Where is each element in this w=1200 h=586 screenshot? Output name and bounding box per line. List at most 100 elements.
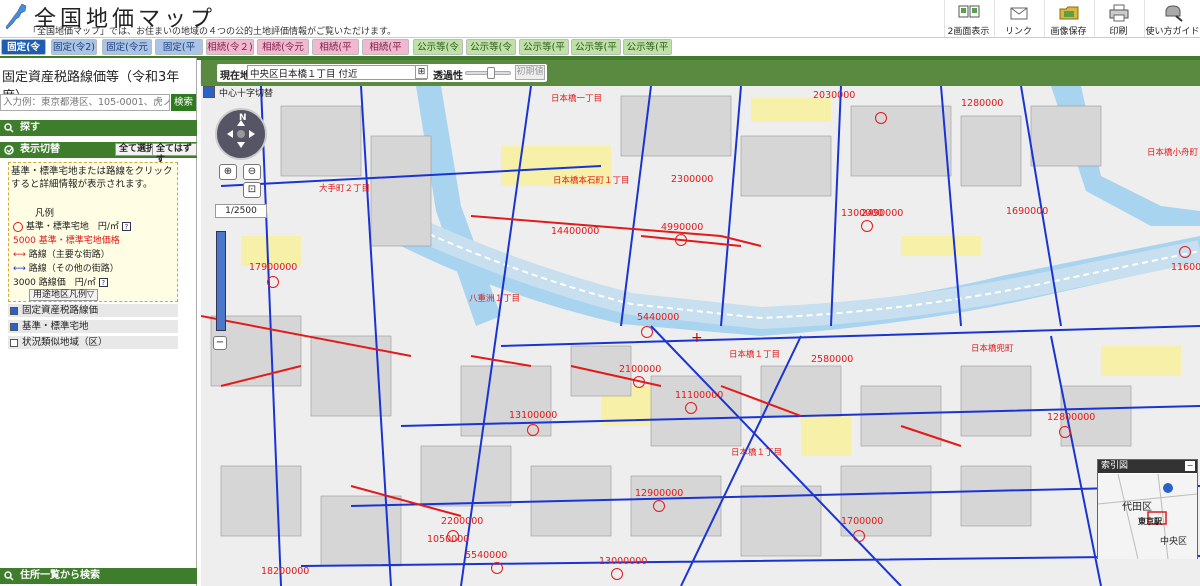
legend-item-standard-land: 基準・標準宅地 円/㎡ ? (13, 221, 131, 234)
price-label[interactable]: 18200000 (261, 566, 309, 577)
legend-label: 路線（主要な街路） (28, 250, 110, 260)
crosshair-toggle-checkbox[interactable] (203, 86, 215, 98)
place-label: 日本橋小舟町 (1147, 148, 1199, 158)
dual-screen-button[interactable]: 2画面表示 (944, 0, 992, 37)
price-label[interactable]: 2030000 (813, 90, 855, 101)
layer-similar-area[interactable]: 状況類似地域（区） (8, 336, 178, 350)
price-label[interactable]: 1160000 (1171, 262, 1200, 273)
tab-fixed-r3[interactable]: 固定(令3) (1, 39, 46, 69)
price-label[interactable]: 2300000 (671, 174, 713, 185)
standard-land-marker[interactable] (633, 376, 645, 388)
index-map[interactable]: 索引図 − 代田区 東京駅 中央区 (1097, 459, 1198, 559)
guide-icon (1165, 5, 1183, 22)
district-legend-button[interactable]: 用途地区凡例▽ (29, 289, 98, 301)
tab-inherit-r2[interactable]: 相続(令２) (206, 39, 254, 55)
standard-land-marker[interactable] (853, 530, 865, 542)
minimize-icon[interactable]: − (1185, 461, 1195, 471)
checkbox[interactable] (10, 339, 18, 347)
reset-opacity-button[interactable]: 初期値 (515, 65, 545, 80)
find-section-header[interactable]: 探す (0, 120, 197, 136)
standard-land-marker[interactable] (653, 500, 665, 512)
price-label[interactable]: 2580000 (811, 354, 853, 365)
price-label[interactable]: 5540000 (465, 550, 507, 561)
red-circle-icon (13, 221, 23, 232)
guide-button[interactable]: 使い方ガイド (1144, 0, 1200, 37)
tab-fixed-r2[interactable]: 固定(令2) (51, 39, 97, 55)
tab-public-h31[interactable]: 公示等(平31) (519, 39, 569, 69)
standard-land-marker[interactable] (675, 234, 687, 246)
deselect-all-button[interactable]: 全てはずす (152, 143, 197, 165)
price-label[interactable]: 2200000 (441, 516, 483, 527)
search-input[interactable] (0, 94, 170, 111)
standard-land-marker[interactable] (1179, 246, 1191, 258)
help-icon[interactable]: ? (121, 222, 131, 231)
price-label[interactable]: 17900000 (249, 262, 297, 273)
standard-land-marker[interactable] (267, 276, 279, 288)
price-label[interactable]: 14400000 (551, 226, 599, 237)
crosshair-button[interactable]: ⊞ (415, 65, 428, 79)
index-map-title: 索引図 (1098, 460, 1197, 473)
zoom-box-button[interactable]: ⊡ (243, 182, 261, 198)
tab-public-h29[interactable]: 公示等(平29) (623, 39, 672, 69)
display-toggle-header[interactable]: 表示切替 全て選択 全てはずす (0, 142, 197, 165)
standard-land-marker[interactable] (641, 326, 653, 338)
price-label[interactable]: 12900000 (635, 488, 683, 499)
location-field[interactable]: 中央区日本橋１丁目 付近 (247, 65, 427, 80)
pan-control[interactable]: N (215, 108, 267, 160)
price-label[interactable]: 4990000 (661, 222, 703, 233)
standard-land-marker[interactable] (875, 112, 887, 124)
year-tabs: 固定(令3) 固定(令2) 固定(令元年) 固定(平30) 相続(令２) 相続(… (0, 38, 1200, 69)
address-list-header[interactable]: 住所一覧から検索 (0, 568, 197, 584)
tab-fixed-r1[interactable]: 固定(令元年) (102, 39, 152, 69)
place-label: 日本橋兜町 (971, 344, 1014, 354)
layer-standard-land[interactable]: 基準・標準宅地 (8, 320, 178, 334)
zoom-minus-button[interactable]: − (213, 336, 227, 350)
tab-public-r2[interactable]: 公示等(令2) (466, 39, 516, 69)
tab-public-h30[interactable]: 公示等(平30) (571, 39, 621, 69)
checkbox[interactable] (10, 323, 18, 331)
price-label[interactable]: 1690000 (1006, 206, 1048, 217)
search-button[interactable]: 検索 (171, 94, 196, 111)
tab-fixed-h30[interactable]: 固定(平30) (155, 39, 203, 69)
print-button[interactable]: 印刷 (1094, 0, 1142, 37)
zoom-slider[interactable] (216, 231, 226, 331)
opacity-slider[interactable] (465, 67, 511, 79)
standard-land-marker[interactable] (527, 424, 539, 436)
standard-land-marker[interactable] (861, 220, 873, 232)
checkbox-fill (204, 87, 214, 97)
standard-land-marker[interactable] (491, 562, 503, 574)
save-image-button[interactable]: 画像保存 (1044, 0, 1092, 37)
tab-inherit-h30[interactable]: 相続(平30) (312, 39, 359, 69)
pan-arrows-icon (227, 120, 255, 148)
tab-public-r3[interactable]: 公示等(令3) (413, 39, 463, 69)
standard-land-marker[interactable] (611, 568, 623, 580)
help-icon[interactable]: ? (98, 278, 108, 287)
price-label[interactable]: 12800000 (1047, 412, 1095, 423)
find-section-label: 探す (20, 122, 40, 133)
map-canvas[interactable]: N ⊕ ⊖ ⊡ 1/2500 − 中心十字切替 + 17900000 14400… (201, 86, 1200, 586)
price-label[interactable]: 1050000 (427, 534, 469, 545)
tab-inherit-h29[interactable]: 相続(平29) (362, 39, 409, 69)
zoom-in-button[interactable]: ⊕ (219, 164, 237, 180)
legend-label: 3000 路線価 円/㎡ (13, 278, 96, 288)
legend-item-other-route: ⟷ 路線（その他の街路） (13, 263, 119, 276)
zoom-out-button[interactable]: ⊖ (243, 164, 261, 180)
tab-inherit-r1[interactable]: 相続(令元年) (257, 39, 309, 69)
price-label[interactable]: 2100000 (619, 364, 661, 375)
standard-land-marker[interactable] (685, 402, 697, 414)
price-label[interactable]: 11100000 (675, 390, 723, 401)
link-button[interactable]: リンク (994, 0, 1042, 37)
price-label[interactable]: 1700000 (841, 516, 883, 527)
price-label[interactable]: 1300000 (841, 208, 883, 219)
price-label[interactable]: 13000000 (599, 556, 647, 567)
standard-land-marker[interactable] (1059, 426, 1071, 438)
layer-route-price[interactable]: 固定資産税路線価 (8, 304, 178, 318)
place-label: 日本橋１丁目 (731, 448, 783, 458)
checkbox[interactable] (10, 307, 18, 315)
legend-label: 路線（その他の街路） (28, 264, 119, 274)
price-label[interactable]: 5440000 (637, 312, 679, 323)
search-row: 検索 (0, 94, 197, 112)
opacity-slider-knob[interactable] (486, 67, 495, 79)
price-label[interactable]: 1280000 (961, 98, 1003, 109)
price-label[interactable]: 13100000 (509, 410, 557, 421)
